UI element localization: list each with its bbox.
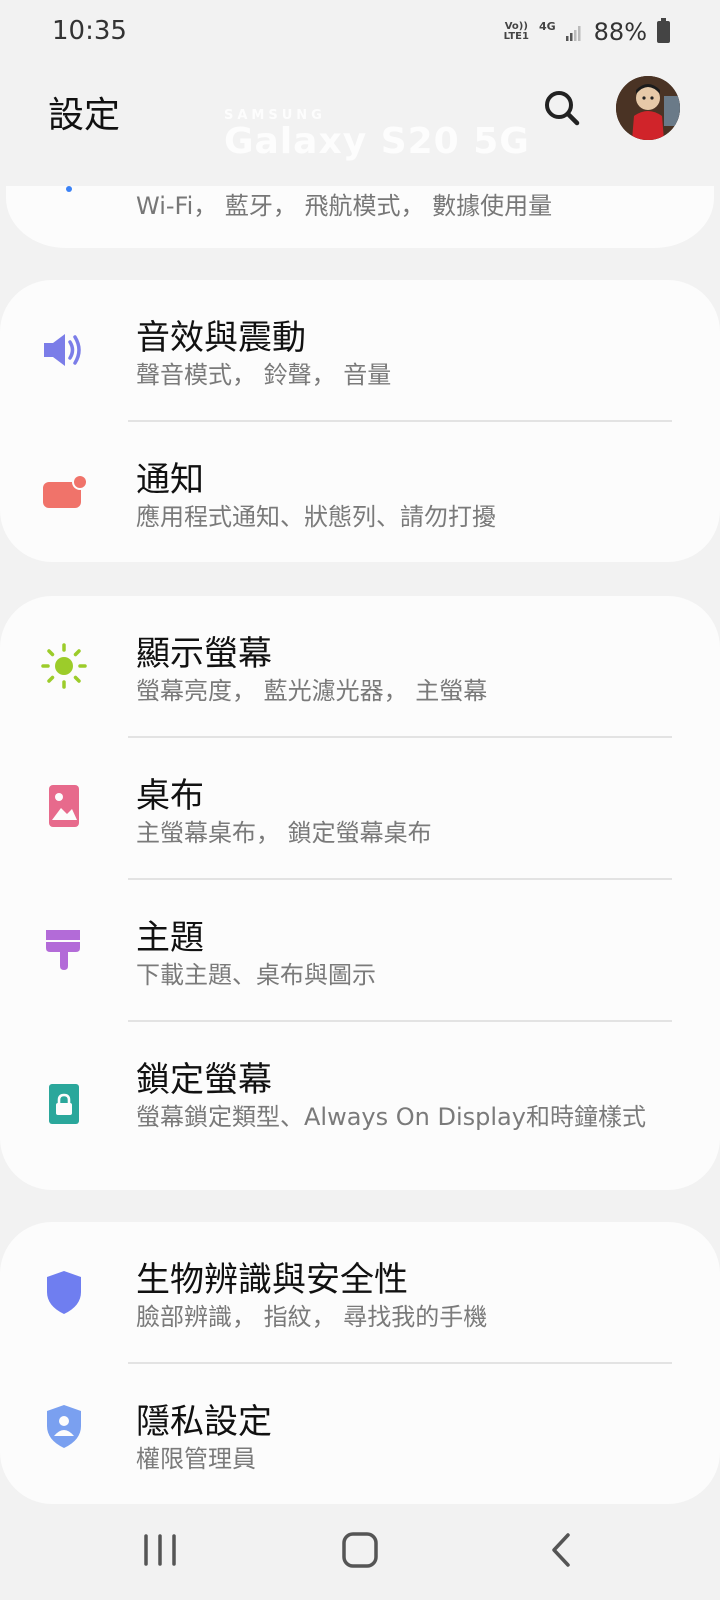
- item-title: 通知: [136, 460, 204, 500]
- network-type: 4G: [538, 20, 556, 33]
- brightness-icon: [40, 642, 88, 690]
- home-button[interactable]: [336, 1530, 384, 1570]
- settings-item-wallpaper[interactable]: 桌布 主螢幕桌布， 鎖定螢幕桌布: [0, 738, 720, 878]
- settings-card-display: 顯示螢幕 螢幕亮度， 藍光濾光器， 主螢幕 桌布 主螢幕桌布， 鎖定螢幕桌布 主…: [0, 596, 720, 1190]
- battery-percent: 88%: [593, 18, 647, 46]
- item-subtitle: 權限管理員: [136, 1445, 256, 1473]
- item-subtitle: 下載主題、桌布與圖示: [136, 961, 376, 989]
- item-subtitle: 聲音模式， 鈴聲， 音量: [136, 361, 392, 389]
- item-title: 主題: [136, 918, 204, 958]
- connections-card-partial[interactable]: Wi-Fi， 藍牙， 飛航模式， 數據使用量: [6, 186, 714, 248]
- settings-item-lock-screen[interactable]: 鎖定螢幕 螢幕鎖定類型、Always On Display和時鐘樣式: [0, 1022, 720, 1190]
- settings-card-sound: 音效與震動 聲音模式， 鈴聲， 音量 通知 應用程式通知、狀態列、請勿打擾: [0, 280, 720, 562]
- settings-item-notifications[interactable]: 通知 應用程式通知、狀態列、請勿打擾: [0, 422, 720, 562]
- shield-icon: [40, 1268, 88, 1316]
- privacy-icon: [40, 1402, 88, 1450]
- page-title: 設定: [48, 95, 121, 136]
- item-subtitle: 螢幕鎖定類型、Always On Display和時鐘樣式: [136, 1103, 646, 1131]
- item-title: 顯示螢幕: [136, 634, 272, 674]
- item-title: 音效與震動: [136, 318, 306, 358]
- back-button[interactable]: [538, 1530, 586, 1570]
- settings-item-themes[interactable]: 主題 下載主題、桌布與圖示: [0, 880, 720, 1020]
- app-bar: 設定 SAMSUNG Galaxy S20 5G: [0, 64, 720, 184]
- settings-item-biometrics-security[interactable]: 生物辨識與安全性 臉部辨識， 指紋， 尋找我的手機: [0, 1222, 720, 1362]
- connections-icon: [66, 186, 72, 192]
- item-title: 鎖定螢幕: [136, 1060, 272, 1100]
- item-title: 桌布: [136, 776, 204, 816]
- volte-indicator: Vo)) LTE1: [503, 21, 529, 42]
- settings-item-display[interactable]: 顯示螢幕 螢幕亮度， 藍光濾光器， 主螢幕: [0, 596, 720, 736]
- recent-apps-button[interactable]: [136, 1530, 184, 1570]
- settings-item-privacy[interactable]: 隱私設定 權限管理員: [0, 1364, 720, 1504]
- back-icon: [552, 1533, 570, 1567]
- notification-icon: [40, 468, 88, 516]
- recent-apps-icon: [144, 1534, 176, 1566]
- item-subtitle: 螢幕亮度， 藍光濾光器， 主螢幕: [136, 677, 488, 705]
- search-icon: [545, 91, 580, 126]
- settings-item-sound[interactable]: 音效與震動 聲音模式， 鈴聲， 音量: [0, 280, 720, 420]
- volume-icon: [40, 326, 88, 374]
- profile-avatar[interactable]: [616, 76, 680, 140]
- status-time: 10:35: [52, 16, 127, 46]
- search-button[interactable]: [538, 84, 586, 132]
- status-icons: Vo)) LTE1 4G 88%: [504, 16, 670, 48]
- item-subtitle: 主螢幕桌布， 鎖定螢幕桌布: [136, 819, 432, 847]
- home-icon: [342, 1532, 378, 1568]
- battery-icon: [657, 18, 670, 43]
- item-title: 生物辨識與安全性: [136, 1260, 408, 1300]
- item-subtitle: 臉部辨識， 指紋， 尋找我的手機: [136, 1303, 488, 1331]
- settings-card-security: 生物辨識與安全性 臉部辨識， 指紋， 尋找我的手機 隱私設定 權限管理員: [0, 1222, 720, 1504]
- theme-icon: [40, 924, 88, 972]
- navigation-bar: [0, 1500, 720, 1600]
- avatar-image: [616, 76, 680, 140]
- item-title: 隱私設定: [136, 1402, 272, 1442]
- connections-subtitle: Wi-Fi， 藍牙， 飛航模式， 數據使用量: [136, 192, 553, 220]
- status-bar: 10:35 Vo)) LTE1 4G 88%: [0, 0, 720, 64]
- wallpaper-icon: [40, 782, 88, 830]
- device-watermark: SAMSUNG Galaxy S20 5G: [224, 108, 530, 162]
- item-subtitle: 應用程式通知、狀態列、請勿打擾: [136, 503, 496, 531]
- lock-screen-icon: [40, 1080, 88, 1128]
- signal-icon: [565, 26, 581, 41]
